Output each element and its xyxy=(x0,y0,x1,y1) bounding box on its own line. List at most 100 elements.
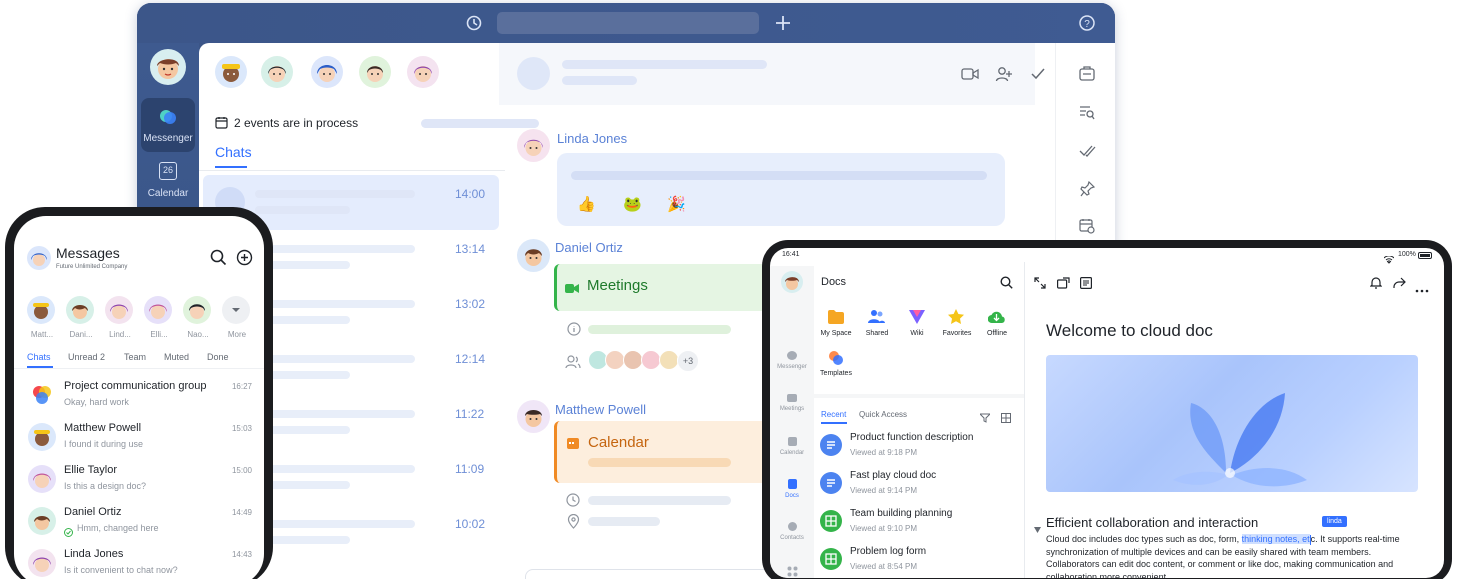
meetings-card[interactable] xyxy=(554,264,764,311)
collapse-triangle-icon[interactable] xyxy=(1034,520,1041,533)
chat-name: Project communication group xyxy=(64,380,207,392)
share-window-icon[interactable] xyxy=(1057,276,1070,289)
category-shared[interactable]: Shared xyxy=(857,330,897,337)
outline-icon[interactable] xyxy=(1080,276,1093,290)
contact-avatar[interactable] xyxy=(215,56,247,88)
contact-avatar[interactable] xyxy=(407,56,439,88)
contact-avatar[interactable] xyxy=(359,56,391,88)
phone-user-avatar[interactable] xyxy=(27,246,51,270)
wiki-icon[interactable] xyxy=(909,310,925,324)
doc-body[interactable]: Cloud doc includes doc types such as doc… xyxy=(1046,533,1408,578)
reaction-party[interactable]: 🎉 xyxy=(667,195,686,213)
grid-view-icon[interactable] xyxy=(1001,410,1011,423)
pin-icon[interactable] xyxy=(1080,180,1096,197)
tab-chats[interactable]: Chats xyxy=(215,144,252,160)
tab-recent[interactable]: Recent xyxy=(821,410,846,419)
doc-list-item[interactable]: Product function description Viewed at 9… xyxy=(820,430,1020,466)
contact-avatar[interactable] xyxy=(261,56,293,88)
phone-chat-row[interactable]: Project communication group Okay, hard w… xyxy=(14,377,264,419)
filter-icon[interactable] xyxy=(978,410,992,423)
rail-calendar-label: Calendar xyxy=(147,188,189,199)
phone-tab-done[interactable]: Done xyxy=(207,352,229,362)
tablet-nav-docs[interactable]: Docs xyxy=(770,479,814,499)
events-status[interactable]: 2 events are in process xyxy=(234,116,358,130)
phone-tab-chats[interactable]: Chats xyxy=(27,352,51,362)
chat-message: I found it during use xyxy=(64,439,144,449)
sender-avatar[interactable] xyxy=(517,239,550,272)
calendar-icon: 26 xyxy=(159,162,177,180)
chat-row-placeholder xyxy=(255,355,415,363)
doc-list-item[interactable]: Problem log form Viewed at 8:54 PM xyxy=(820,544,1020,578)
category-offline[interactable]: Offline xyxy=(977,330,1017,337)
sender-name[interactable]: Linda Jones xyxy=(557,131,627,146)
add-circle-icon[interactable] xyxy=(236,249,253,266)
location-placeholder xyxy=(588,517,660,526)
doc-list-item[interactable]: Team building planning Viewed at 9:10 PM xyxy=(820,506,1020,542)
doc-list-item[interactable]: Fast play cloud doc Viewed at 9:14 PM xyxy=(820,468,1020,504)
phone-tab-unread[interactable]: Unread 2 xyxy=(68,352,105,362)
tablet-nav-contacts[interactable]: Contacts xyxy=(770,522,814,541)
category-favorites[interactable]: Favorites xyxy=(937,330,977,337)
category-templates[interactable]: Templates xyxy=(816,370,856,377)
double-check-icon[interactable] xyxy=(1079,144,1096,158)
search-icon[interactable] xyxy=(210,249,227,266)
briefcase-icon[interactable] xyxy=(1079,66,1095,81)
rail-messenger[interactable]: Messenger xyxy=(141,98,195,152)
more-icon[interactable] xyxy=(1415,280,1429,293)
phone-tab-muted[interactable]: Muted xyxy=(164,352,189,362)
apps-icon[interactable] xyxy=(787,564,798,577)
tablet-nav-meetings[interactable]: Meetings xyxy=(770,394,814,412)
search-bar[interactable] xyxy=(497,12,759,34)
phone-chat-row[interactable]: Matthew Powell I found it during use 15:… xyxy=(14,419,264,461)
phone-chat-row[interactable]: Linda Jones Is it convenient to chat now… xyxy=(14,545,264,579)
story-avatar xyxy=(105,296,133,324)
section-title: Efficient collaboration and interaction xyxy=(1046,515,1259,530)
history-icon[interactable] xyxy=(465,14,483,32)
tablet-user-avatar[interactable] xyxy=(781,271,803,293)
check-icon[interactable] xyxy=(1030,67,1046,81)
search-doc-icon[interactable] xyxy=(1079,105,1095,120)
phone-chat-row[interactable]: Daniel Ortiz Hmm, changed here 14:49 xyxy=(14,503,264,545)
templates-icon[interactable] xyxy=(828,350,844,366)
tablet-nav-messenger[interactable]: Messenger xyxy=(770,351,814,370)
participant-avatar xyxy=(605,350,625,370)
participant-more[interactable]: +3 xyxy=(677,350,699,372)
bell-icon[interactable] xyxy=(1369,276,1383,289)
docs-search-icon[interactable] xyxy=(1000,276,1013,289)
category-wiki[interactable]: Wiki xyxy=(897,330,937,337)
shared-icon[interactable] xyxy=(868,309,885,324)
calendar-card[interactable] xyxy=(554,421,764,483)
tab-quick-access[interactable]: Quick Access xyxy=(859,410,907,419)
tablet-nav-calendar[interactable]: Calendar xyxy=(770,437,814,456)
reaction-frog[interactable]: 🐸 xyxy=(623,195,642,213)
share-icon[interactable] xyxy=(1393,276,1406,288)
battery-icon xyxy=(1418,252,1432,259)
phone-tab-team[interactable]: Team xyxy=(124,352,146,362)
sender-avatar[interactable] xyxy=(517,400,550,433)
add-member-icon[interactable] xyxy=(995,65,1013,83)
reaction-thumbs-up[interactable]: 👍 xyxy=(577,195,596,213)
help-icon[interactable]: ? xyxy=(1078,14,1096,32)
contact-avatar[interactable] xyxy=(311,56,343,88)
video-call-icon[interactable] xyxy=(961,67,979,81)
chat-time: 14:49 xyxy=(231,508,252,517)
chat-row-placeholder xyxy=(255,465,415,473)
chat-row-time: 10:02 xyxy=(455,517,486,531)
chat-name: Ellie Taylor xyxy=(64,464,117,476)
sender-name[interactable]: Daniel Ortiz xyxy=(555,240,623,255)
story-avatar xyxy=(66,296,94,324)
sender-name[interactable]: Matthew Powell xyxy=(555,402,646,417)
doc-viewed: Viewed at 9:14 PM xyxy=(850,486,918,495)
schedule-icon[interactable] xyxy=(1079,218,1095,234)
offline-icon[interactable] xyxy=(987,309,1005,325)
user-avatar[interactable] xyxy=(150,49,186,85)
add-icon[interactable] xyxy=(774,14,792,32)
category-my-space[interactable]: My Space xyxy=(816,330,856,337)
expand-icon[interactable] xyxy=(1034,276,1046,289)
my-space-icon[interactable] xyxy=(828,310,844,324)
favorites-icon[interactable] xyxy=(948,309,964,325)
rail-calendar[interactable]: 26 Calendar xyxy=(141,155,195,209)
sender-avatar[interactable] xyxy=(517,129,550,162)
message-bubble[interactable] xyxy=(557,153,1005,226)
phone-chat-row[interactable]: Ellie Taylor Is this a design doc? 15:00 xyxy=(14,461,264,503)
